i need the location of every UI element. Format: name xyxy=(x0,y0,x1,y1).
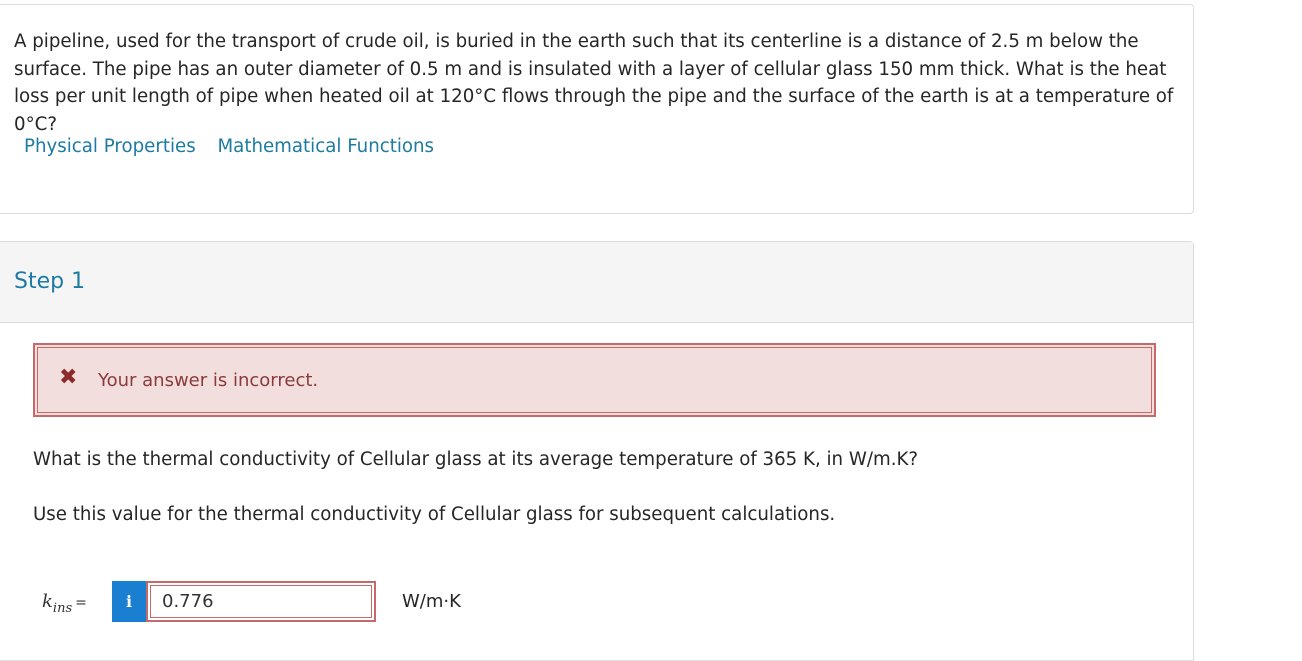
feedback-text: Your answer is incorrect. xyxy=(98,370,319,391)
question-instruction: Use this value for the thermal conductiv… xyxy=(33,504,836,525)
question-text: A pipeline, used for the transport of cr… xyxy=(14,31,1174,135)
resource-links: Physical Properties Mathematical Functio… xyxy=(24,136,450,157)
question-card: A pipeline, used for the transport of cr… xyxy=(0,4,1194,214)
mathematical-functions-link[interactable]: Mathematical Functions xyxy=(217,136,434,157)
variable-label: kins = xyxy=(42,591,87,616)
physical-properties-link[interactable]: Physical Properties xyxy=(24,136,196,157)
step-header: Step 1 xyxy=(0,242,1193,323)
question-prompt: What is the thermal conductivity of Cell… xyxy=(33,449,919,470)
step-card: Step 1 ✖ Your answer is incorrect. What … xyxy=(0,241,1194,661)
incorrect-feedback-banner: ✖ Your answer is incorrect. xyxy=(33,343,1156,417)
answer-row: kins= i W/m·K xyxy=(0,581,700,623)
variable-symbol: k xyxy=(42,591,53,612)
equals-sign: = xyxy=(75,595,87,611)
answer-input[interactable] xyxy=(146,581,376,622)
info-icon[interactable]: i xyxy=(112,581,146,622)
variable-subscript: ins xyxy=(52,601,73,616)
unit-label: W/m·K xyxy=(402,591,461,612)
close-icon: ✖ xyxy=(59,365,78,390)
step-title: Step 1 xyxy=(14,269,86,294)
